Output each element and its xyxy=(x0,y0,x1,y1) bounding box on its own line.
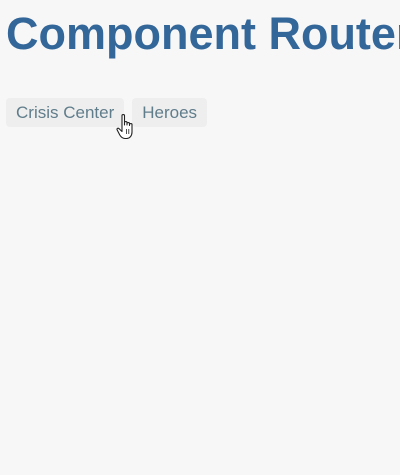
page-title: Component Router xyxy=(6,8,400,59)
nav-link-heroes[interactable]: Heroes xyxy=(132,98,208,127)
main-nav: Crisis Center Heroes xyxy=(6,98,208,127)
nav-link-crisis-center[interactable]: Crisis Center xyxy=(6,98,125,127)
